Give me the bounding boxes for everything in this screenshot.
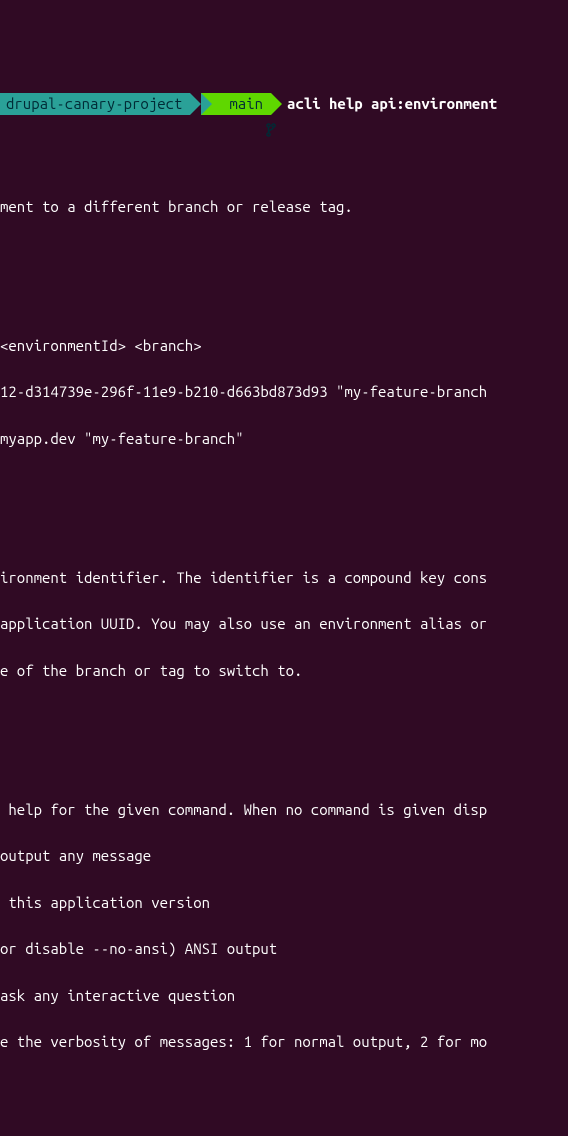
output-line: ask any interactive question: [0, 984, 568, 1007]
output-line: myapp.dev "my-feature-branch": [0, 427, 568, 450]
output-line: application UUID. You may also use an en…: [0, 612, 568, 635]
output-line: e the verbosity of messages: 1 for norma…: [0, 1030, 568, 1053]
project-name: drupal-canary-project: [6, 92, 182, 115]
terminal-output: ment to a different branch or release ta…: [0, 164, 568, 1136]
output-line: [0, 752, 568, 775]
output-line: help for the given command. When no comm…: [0, 798, 568, 821]
output-line: [0, 288, 568, 311]
output-line: [0, 241, 568, 264]
entered-command: acli help api:environment: [287, 92, 497, 115]
output-line: [0, 473, 568, 496]
prompt-line[interactable]: drupal-canary-project main acli help api…: [0, 93, 568, 115]
output-line: output any message: [0, 844, 568, 867]
output-line: 12-d314739e-296f-11e9-b210-d663bd873d93 …: [0, 380, 568, 403]
output-line: [0, 520, 568, 543]
output-line: [0, 1077, 568, 1100]
output-line: [0, 705, 568, 728]
branch-name: main: [229, 92, 263, 115]
prompt-segment-project: drupal-canary-project: [0, 93, 190, 115]
output-line: this application version: [0, 891, 568, 914]
git-branch-icon: [215, 97, 225, 111]
output-line: <environmentId> <branch>: [0, 334, 568, 357]
output-line: or disable --no-ansi) ANSI output: [0, 937, 568, 960]
output-line: e of the branch or tag to switch to.: [0, 659, 568, 682]
output-line: ironment identifier. The identifier is a…: [0, 566, 568, 589]
prompt-segment-branch: main: [201, 93, 271, 115]
output-line: ment to a different branch or release ta…: [0, 195, 568, 218]
output-line: [0, 1123, 568, 1136]
